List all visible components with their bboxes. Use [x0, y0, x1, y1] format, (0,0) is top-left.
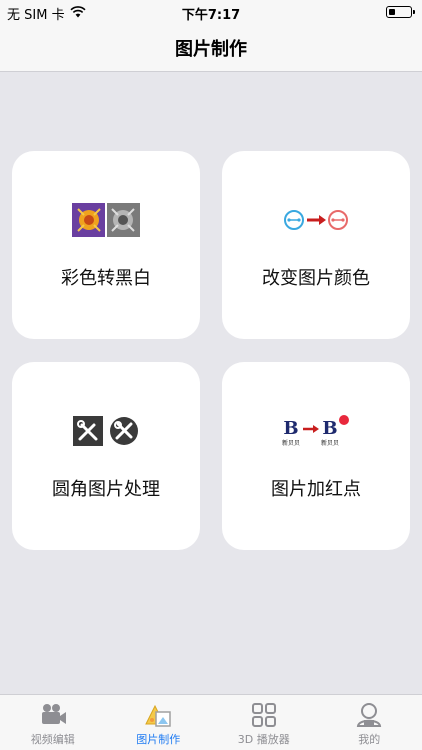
tab-label: 我的 — [358, 733, 381, 746]
card-color-to-grayscale[interactable]: 彩色转黑白 — [12, 151, 200, 339]
card-label: 圆角图片处理 — [52, 479, 160, 500]
navigation-bar: 图片制作 — [0, 24, 422, 72]
video-camera-icon — [38, 701, 68, 729]
tab-label: 图片制作 — [136, 733, 181, 746]
change-color-icon — [222, 203, 410, 237]
badge-caption-right: 新贝贝 — [321, 439, 339, 447]
card-change-color[interactable]: 改变图片颜色 — [222, 151, 410, 339]
color-to-grayscale-icon — [12, 203, 200, 237]
card-rounded-corner[interactable]: 圆角图片处理 — [12, 362, 200, 550]
page-title: 图片制作 — [175, 38, 247, 60]
battery-icon — [386, 6, 415, 18]
rounded-corner-icon — [12, 414, 200, 448]
card-label: 改变图片颜色 — [262, 268, 370, 289]
red-dot — [339, 415, 349, 425]
status-time: 下午7:17 — [181, 8, 241, 23]
tab-label: 3D 播放器 — [237, 733, 290, 746]
status-bar: 无 SIM 卡 下午7:17 — [0, 0, 422, 24]
badge-letter-left: B — [283, 418, 298, 439]
tab-3d-player[interactable]: 3D 播放器 — [211, 695, 317, 750]
tab-mine[interactable]: 我的 — [317, 695, 422, 750]
tab-image-make[interactable]: 图片制作 — [106, 695, 212, 750]
badge-caption-left: 新贝贝 — [282, 439, 300, 447]
tab-label: 视频编辑 — [30, 733, 75, 746]
image-make-icon — [143, 701, 173, 729]
badge-letter-right: B — [322, 418, 337, 439]
tab-video-edit[interactable]: 视频编辑 — [0, 695, 106, 750]
grid-icon — [249, 701, 279, 729]
card-label: 图片加红点 — [271, 479, 361, 500]
card-label: 彩色转黑白 — [61, 268, 151, 289]
user-icon — [354, 701, 384, 729]
card-red-dot[interactable]: B 新贝贝 B 新贝贝 图片加红点 — [222, 362, 410, 550]
tab-bar: 视频编辑 图片制作 3D 播放器 我的 — [0, 694, 422, 750]
battery-fill — [388, 8, 395, 15]
red-dot-badge-icon: B 新贝贝 B 新贝贝 — [222, 414, 410, 448]
